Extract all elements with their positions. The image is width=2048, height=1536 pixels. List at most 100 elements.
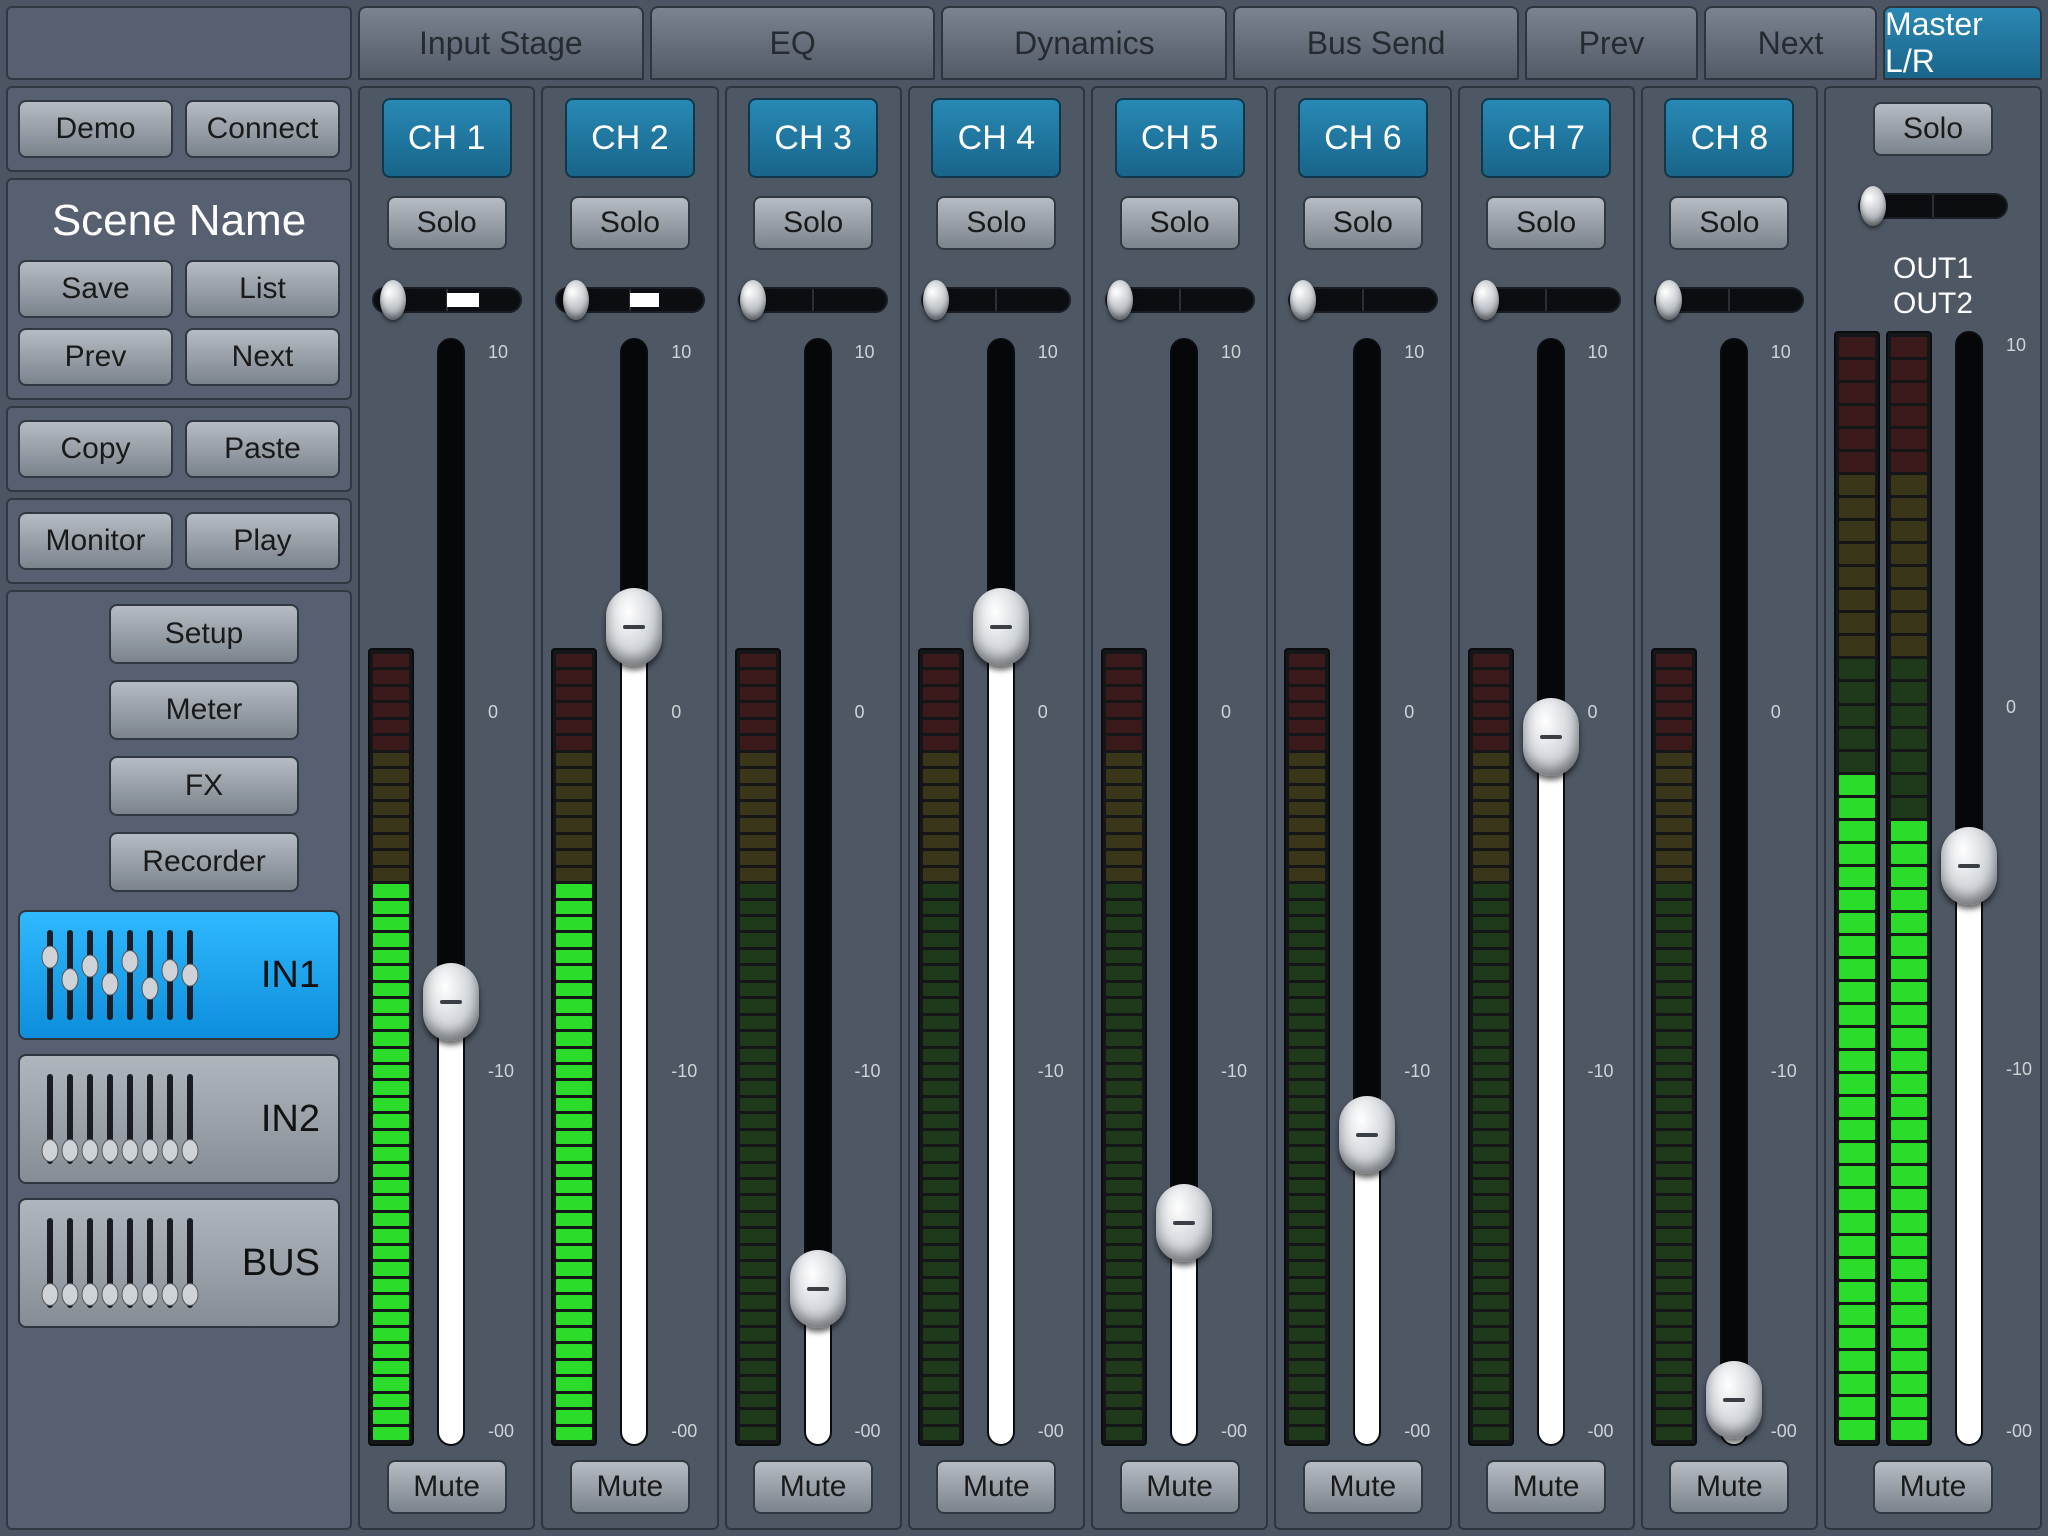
connect-button[interactable]: Connect [185,100,340,158]
pan-control[interactable] [372,280,522,320]
scene-prev-button[interactable]: Prev [18,328,173,386]
pan-control[interactable] [921,280,1071,320]
channel-strip: CH 6Solo100-10-00Mute [1274,86,1451,1530]
channel-strip: CH 7Solo100-10-00Mute [1458,86,1635,1530]
mute-button[interactable]: Mute [753,1460,873,1514]
mute-button[interactable]: Mute [936,1460,1056,1514]
fx-button[interactable]: FX [109,756,299,816]
fader[interactable] [1703,338,1765,1446]
setup-button[interactable]: Setup [109,604,299,664]
list-button[interactable]: List [185,260,340,318]
sidebar-header-blank [6,6,352,80]
pan-control[interactable] [1288,280,1438,320]
mute-button[interactable]: Mute [1120,1460,1240,1514]
channel-label[interactable]: CH 7 [1481,98,1611,178]
fader-ticks: 100-10-00 [1767,338,1797,1446]
fader-ticks: 100-10-00 [2002,331,2032,1446]
level-meter [1468,648,1514,1446]
mute-button[interactable]: Mute [1303,1460,1423,1514]
mute-button[interactable]: Mute [1873,1460,1993,1514]
fader[interactable] [420,338,482,1446]
level-meter [1651,648,1697,1446]
solo-button[interactable]: Solo [387,196,507,250]
channel-label[interactable]: CH 4 [931,98,1061,178]
solo-button[interactable]: Solo [1873,102,1993,156]
pan-control[interactable] [738,280,888,320]
mute-button[interactable]: Mute [1669,1460,1789,1514]
pan-control[interactable] [1471,280,1621,320]
master-strip: Solo OUT1OUT2 100-10-00 Mute [1824,86,2042,1530]
paste-button[interactable]: Paste [185,420,340,478]
mini-faders-icon [38,1208,208,1318]
pan-control[interactable] [1654,280,1804,320]
save-button[interactable]: Save [18,260,173,318]
channel-label[interactable]: CH 6 [1298,98,1428,178]
tab-dynamics[interactable]: Dynamics [941,6,1227,80]
copy-button[interactable]: Copy [18,420,173,478]
bank-in1[interactable]: IN1 [18,910,340,1040]
scene-title: Scene Name [18,196,340,246]
tab-bus-send[interactable]: Bus Send [1233,6,1519,80]
fader[interactable] [1336,338,1398,1446]
tab-prev[interactable]: Prev [1525,6,1698,80]
mute-button[interactable]: Mute [1486,1460,1606,1514]
fader[interactable] [970,338,1032,1446]
pan-control[interactable] [555,280,705,320]
level-meter [1834,331,1880,1446]
tab-master[interactable]: Master L/R [1883,6,2042,80]
fader[interactable] [1938,331,2000,1446]
channel-label[interactable]: CH 3 [748,98,878,178]
fader-ticks: 100-10-00 [851,338,881,1446]
mini-faders-icon [38,1064,208,1174]
solo-button[interactable]: Solo [1303,196,1423,250]
meter-button[interactable]: Meter [109,680,299,740]
mute-button[interactable]: Mute [570,1460,690,1514]
solo-button[interactable]: Solo [1669,196,1789,250]
channel-label[interactable]: CH 2 [565,98,695,178]
level-meter [918,648,964,1446]
channel-strip: CH 5 Solo 100-10-00 Mute [1091,86,1268,1530]
pan-control[interactable] [1105,280,1255,320]
demo-button[interactable]: Demo [18,100,173,158]
fader[interactable] [1520,338,1582,1446]
play-button[interactable]: Play [185,512,340,570]
solo-button[interactable]: Solo [1120,196,1240,250]
bank-label: IN1 [224,954,320,997]
fader[interactable] [603,338,665,1446]
fader-ticks: 100-10-00 [1034,338,1064,1446]
recorder-button[interactable]: Recorder [109,832,299,892]
fader[interactable] [787,338,849,1446]
pan-control[interactable] [1858,186,2008,226]
bank-label: IN2 [224,1098,320,1141]
solo-button[interactable]: Solo [1486,196,1606,250]
channel-strip: CH 3 Solo 100-10-00 Mute [725,86,902,1530]
fader-ticks: 100-10-00 [1217,338,1247,1446]
level-meter [1101,648,1147,1446]
tab-input-stage[interactable]: Input Stage [358,6,644,80]
master-out-labels: OUT1OUT2 [1893,252,1973,321]
fader[interactable] [1153,338,1215,1446]
tab-next[interactable]: Next [1704,6,1877,80]
level-meter [551,648,597,1446]
tab-eq[interactable]: EQ [650,6,936,80]
fader-ticks: 100-10-00 [667,338,697,1446]
channel-strip: CH 2 Solo 100-10-00 Mute [541,86,718,1530]
mini-faders-icon [38,920,208,1030]
channel-label[interactable]: CH 5 [1115,98,1245,178]
monitor-button[interactable]: Monitor [18,512,173,570]
bank-in2[interactable]: IN2 [18,1054,340,1184]
solo-button[interactable]: Solo [753,196,873,250]
bank-bus[interactable]: BUS [18,1198,340,1328]
solo-button[interactable]: Solo [570,196,690,250]
fader-ticks: 100-10-00 [484,338,514,1446]
channel-label[interactable]: CH 8 [1664,98,1794,178]
bank-label: BUS [224,1242,320,1285]
channel-strip: CH 4 Solo 100-10-00 Mute [908,86,1085,1530]
channel-label[interactable]: CH 1 [382,98,512,178]
mute-button[interactable]: Mute [387,1460,507,1514]
solo-button[interactable]: Solo [936,196,1056,250]
level-meter [368,648,414,1446]
level-meter [1284,648,1330,1446]
channel-strip: CH 8 Solo 100-10-00 Mute [1641,86,1818,1530]
scene-next-button[interactable]: Next [185,328,340,386]
